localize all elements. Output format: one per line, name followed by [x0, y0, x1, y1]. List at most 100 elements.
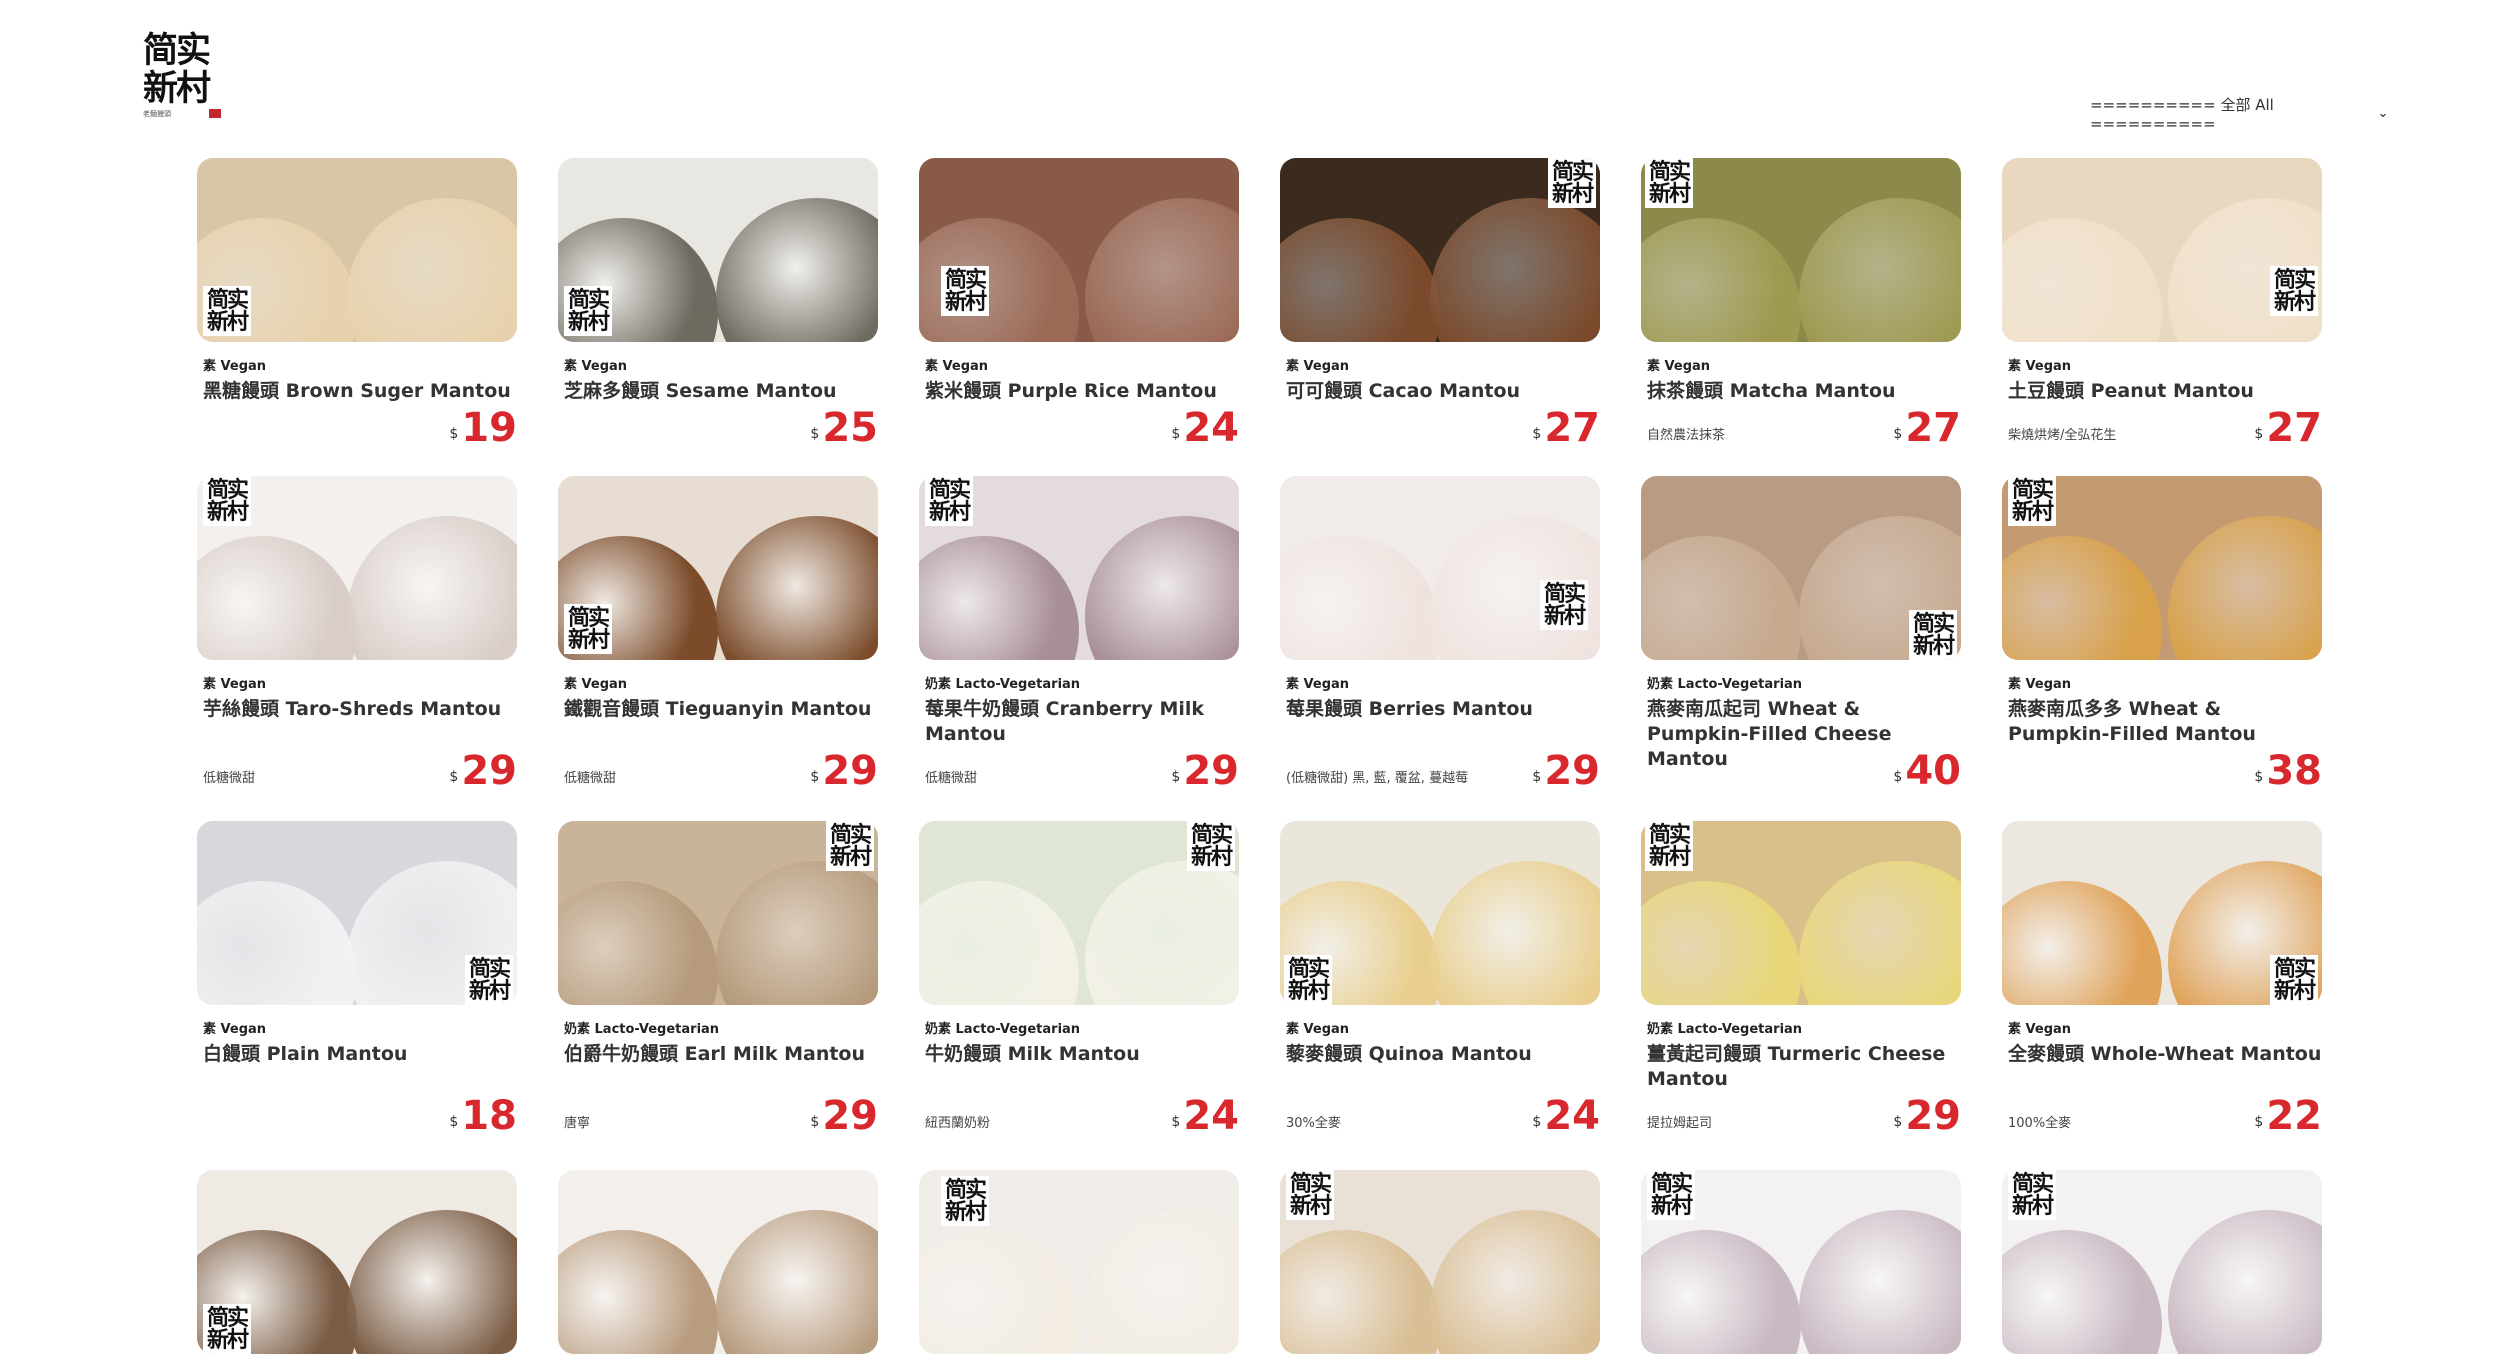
- product-image[interactable]: 简实新村: [558, 158, 878, 342]
- product-card[interactable]: 简实 新村素 Vegan 全麥饅頭 Whole-Wheat Mantou 100%全麥…: [2002, 821, 2322, 1136]
- product-note: 100%全麥: [2008, 1116, 2072, 1131]
- product-card[interactable]: 简实新村: [1280, 1170, 1600, 1354]
- product-name[interactable]: 莓果牛奶饅頭 Cranberry Milk Mantou: [925, 697, 1239, 747]
- product-image[interactable]: 简实新村: [1280, 1170, 1600, 1354]
- product-card[interactable]: 简实 新村素 Vegan 藜麥饅頭 Quinoa Mantou 30%全麥 $24: [1280, 821, 1600, 1136]
- product-image[interactable]: 简实新村: [1641, 821, 1961, 1005]
- product-image[interactable]: 简实新村: [558, 1170, 878, 1354]
- product-image[interactable]: 简实新村: [2002, 476, 2322, 660]
- watermark-line: 简实: [829, 822, 872, 848]
- product-name[interactable]: 伯爵牛奶饅頭 Earl Milk Mantou: [564, 1042, 878, 1092]
- product-card[interactable]: 简实 新村 奶素 Lacto-Vegetarian 牛奶饅頭 Milk Mantou 紐…: [919, 821, 1239, 1136]
- watermark-line: 新村: [207, 309, 249, 335]
- product-image[interactable]: 简实新村: [1641, 476, 1961, 660]
- product-card[interactable]: 简实 新村素 Vegan 芋絲饅頭 Taro-Shreds Mantou 低糖微甜 $2…: [197, 476, 517, 791]
- product-card[interactable]: 简实 新村素 Vegan 鐵觀音饅頭 Tieguanyin Mantou 低糖微甜 $2…: [558, 476, 878, 791]
- product-name[interactable]: 薑黃起司饅頭 Turmeric Cheese Mantou: [1647, 1042, 1961, 1092]
- diet-label: 奶素 Lacto-Vegetarian: [925, 677, 1081, 692]
- watermark-line: 新村: [2012, 1193, 2054, 1219]
- product-card[interactable]: 简实 新村 奶素 Lacto-Vegetarian 薑黃起司饅頭 Turmeric C…: [1641, 821, 1961, 1136]
- product-name[interactable]: 芋絲饅頭 Taro-Shreds Mantou: [203, 697, 517, 747]
- product-name[interactable]: 鐵觀音饅頭 Tieguanyin Mantou: [564, 697, 878, 747]
- watermark-line: 新村: [468, 978, 511, 1004]
- product-card[interactable]: 简实新村: [919, 1170, 1239, 1354]
- product-image[interactable]: 简实新村: [2002, 1170, 2322, 1354]
- product-name[interactable]: 抹茶饅頭 Matcha Mantou: [1647, 379, 1961, 404]
- product-row: 简实 新村素 Vegan 芋絲饅頭 Taro-Shreds Mantou 低糖微甜 $2…: [197, 476, 2323, 791]
- diet-label: 素 Vegan: [1286, 677, 1350, 692]
- product-footer: $24: [925, 404, 1239, 448]
- product-image[interactable]: 简实新村: [558, 821, 878, 1005]
- product-card[interactable]: 简实 新村奶素 Lacto-Vegetarian 莓果牛奶饅頭 Cranberry …: [919, 476, 1239, 791]
- product-image[interactable]: 简实新村: [197, 1170, 517, 1354]
- product-image[interactable]: 简实新村: [197, 476, 517, 660]
- product-image[interactable]: 简实新村: [1641, 1170, 1961, 1354]
- product-name[interactable]: 土豆饅頭 Peanut Mantou: [2008, 379, 2322, 404]
- product-price: $29: [810, 1096, 878, 1136]
- product-footer: $27: [1286, 404, 1600, 448]
- product-card[interactable]: 简实 新村 奶素 Lacto-Vegetarian 燕麥南瓜起司 Wheat & Pu…: [1641, 476, 1961, 791]
- watermark-line: 简实: [1649, 822, 1691, 848]
- watermark-line: 简实: [1651, 1171, 1693, 1197]
- product-card[interactable]: 简实 新村 奶素 Lacto-Vegetarian 伯爵牛奶饅頭 Earl Milk …: [558, 821, 878, 1136]
- product-image[interactable]: 简实新村: [919, 476, 1239, 660]
- product-card[interactable]: 简实 新村素 Vegan 抹茶饅頭 Matcha Mantou 自然農法抹茶 $27: [1641, 158, 1961, 448]
- product-card[interactable]: 简实 新村素 Vegan 芝麻多饅頭 Sesame Mantou $25: [558, 158, 878, 448]
- watermark-line: 简实: [1543, 581, 1586, 607]
- product-card[interactable]: 简实 新村素 Vegan 土豆饅頭 Peanut Mantou 柴燒烘烤/全弘花生 $2…: [2002, 158, 2322, 448]
- product-name[interactable]: 黑糖饅頭 Brown Suger Mantou: [203, 379, 517, 404]
- category-filter-value: ========== 全部 All ==========: [2090, 95, 2274, 133]
- product-image[interactable]: 简实新村: [919, 821, 1239, 1005]
- product-image[interactable]: 简实新村: [919, 158, 1239, 342]
- brand-logo[interactable]: 简实 新村 老麵饅頭: [143, 32, 221, 118]
- category-filter-select[interactable]: ========== 全部 All ========== ⌄: [2090, 96, 2392, 133]
- product-image[interactable]: 简实新村: [197, 821, 517, 1005]
- product-price: $38: [2254, 751, 2322, 791]
- product-card[interactable]: 简实 新村素 Vegan 黑糖饅頭 Brown Suger Mantou $19: [197, 158, 517, 448]
- product-card[interactable]: 简实 新村素 Vegan 可可饅頭 Cacao Mantou $27: [1280, 158, 1600, 448]
- product-name[interactable]: 可可饅頭 Cacao Mantou: [1286, 379, 1600, 404]
- product-image[interactable]: 简实新村: [1280, 476, 1600, 660]
- watermark-line: 新村: [568, 309, 610, 335]
- product-card[interactable]: 简实 新村素 Vegan 莓果饅頭 Berries Mantou (低糖微甜) 黑, …: [1280, 476, 1600, 791]
- product-price: $25: [810, 408, 878, 448]
- currency-symbol: $: [810, 426, 820, 442]
- watermark-line: 新村: [1288, 978, 1330, 1004]
- product-card[interactable]: 简实 新村素 Vegan 燕麥南瓜多多 Wheat & Pumpkin-Filled…: [2002, 476, 2322, 791]
- product-image[interactable]: 简实新村: [2002, 158, 2322, 342]
- product-image[interactable]: 简实新村: [1280, 821, 1600, 1005]
- product-note: 低糖微甜: [564, 771, 617, 786]
- product-name[interactable]: 白饅頭 Plain Mantou: [203, 1042, 517, 1092]
- product-name[interactable]: 牛奶饅頭 Milk Mantou: [925, 1042, 1239, 1092]
- product-card[interactable]: 简实 新村素 Vegan 白饅頭 Plain Mantou $18: [197, 821, 517, 1136]
- price-value: 27: [1544, 405, 1600, 451]
- product-image[interactable]: 简实新村: [1641, 158, 1961, 342]
- product-name[interactable]: 藜麥饅頭 Quinoa Mantou: [1286, 1042, 1600, 1092]
- bun-shape: [1641, 536, 1801, 660]
- product-card[interactable]: 简实 新村素 Vegan 紫米饅頭 Purple Rice Mantou $24: [919, 158, 1239, 448]
- product-name[interactable]: 莓果饅頭 Berries Mantou: [1286, 697, 1600, 747]
- product-name[interactable]: 紫米饅頭 Purple Rice Mantou: [925, 379, 1239, 404]
- currency-symbol: $: [2254, 769, 2264, 785]
- product-card[interactable]: 简实新村: [1641, 1170, 1961, 1354]
- product-card[interactable]: 简实新村: [558, 1170, 878, 1354]
- watermark-line: 新村: [568, 627, 610, 653]
- product-image[interactable]: 简实新村: [919, 1170, 1239, 1354]
- bun-shape: [716, 516, 878, 660]
- product-card[interactable]: 简实新村: [197, 1170, 517, 1354]
- product-name[interactable]: 全麥饅頭 Whole-Wheat Mantou: [2008, 1042, 2322, 1092]
- price-value: 29: [822, 1093, 878, 1139]
- logo-watermark-icon: 简实 新村: [464, 955, 513, 1005]
- product-image[interactable]: 简实新村: [2002, 821, 2322, 1005]
- product-name[interactable]: 燕麥南瓜起司 Wheat & Pumpkin-Filled Cheese Man…: [1647, 697, 1961, 770]
- product-footer: 30%全麥 $24: [1286, 1092, 1600, 1136]
- product-image[interactable]: 简实新村: [558, 476, 878, 660]
- product-note: 低糖微甜: [925, 771, 978, 786]
- product-name[interactable]: 芝麻多饅頭 Sesame Mantou: [564, 379, 878, 404]
- product-name[interactable]: 燕麥南瓜多多 Wheat & Pumpkin-Filled Mantou: [2008, 697, 2322, 747]
- product-image[interactable]: 简实新村: [197, 158, 517, 342]
- product-image[interactable]: 简实新村: [1280, 158, 1600, 342]
- product-card[interactable]: 简实新村: [2002, 1170, 2322, 1354]
- bun-shape: [1280, 1230, 1440, 1354]
- product-note: (低糖微甜) 黑, 藍, 覆盆, 蔓越莓: [1286, 771, 1469, 786]
